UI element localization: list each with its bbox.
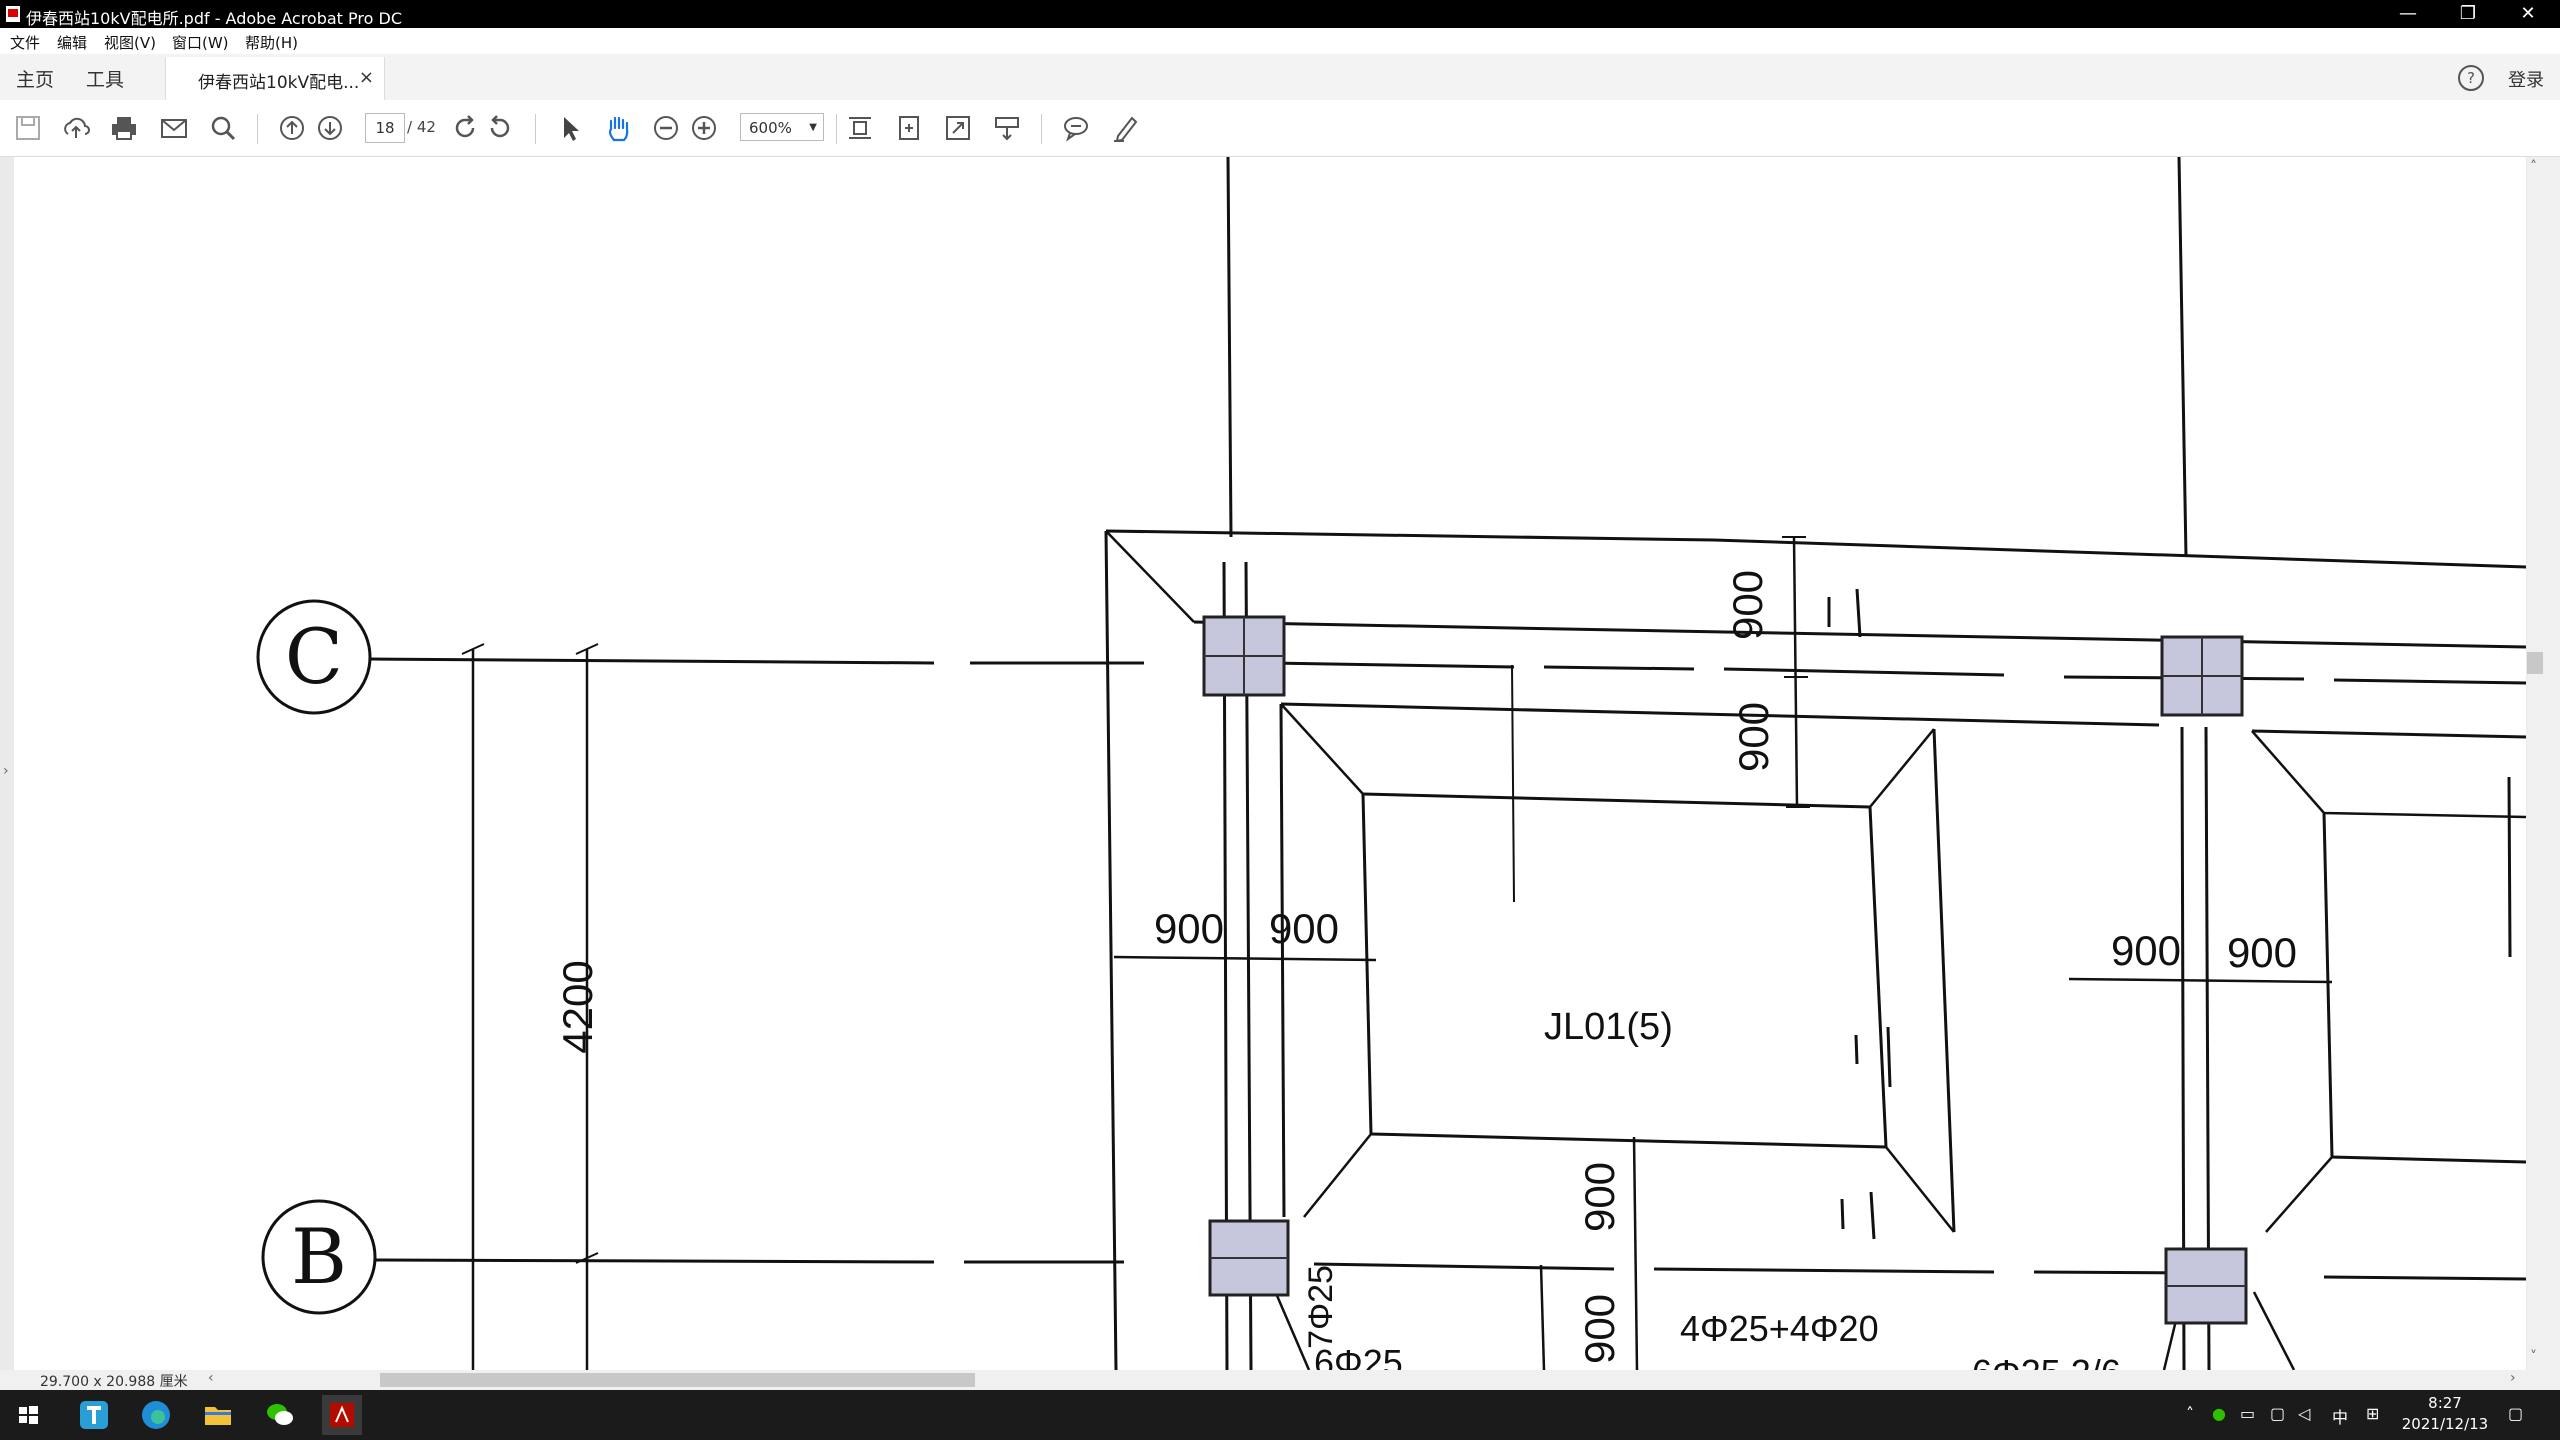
ime-mode-icon[interactable]: ⊞ <box>2366 1404 2379 1423</box>
next-page-icon[interactable] <box>314 112 346 144</box>
toolbar-divider <box>836 114 837 144</box>
comment-icon[interactable] <box>1060 112 1092 144</box>
structural-drawing: C B 4200 900 900 900 900 900 900 900 900… <box>256 157 2526 1370</box>
section-tag-3: 1 1 <box>1837 1229 1839 1231</box>
hand-tool-icon[interactable] <box>602 112 634 144</box>
system-clock[interactable]: 8:27 2021/12/13 <box>2395 1393 2495 1435</box>
dimension-900-top-2: 900 <box>1730 702 1777 772</box>
dimension-4200: 4200 <box>554 960 601 1053</box>
clock-time: 8:27 <box>2428 1394 2462 1412</box>
dimension-900-bottom: 900 <box>1576 1162 1623 1232</box>
minimize-button[interactable]: — <box>2380 0 2436 28</box>
close-tab-icon[interactable]: × <box>359 67 374 88</box>
dimension-900-top: 900 <box>1724 570 1771 640</box>
rotate-clockwise-icon[interactable] <box>449 112 481 144</box>
rebar-label-1: 7Φ25 <box>1302 1265 1340 1349</box>
scroll-down-icon[interactable]: ˅ <box>2530 1349 2537 1365</box>
clock-date: 2021/12/13 <box>2401 1415 2489 1433</box>
help-icon[interactable]: ? <box>2458 65 2484 91</box>
tab-bar: 主页 工具 伊春西站10kV配电... × ? 登录 <box>0 54 2560 101</box>
pdf-app-icon <box>6 6 20 22</box>
search-icon[interactable] <box>207 112 239 144</box>
network-icon[interactable]: ▢ <box>2270 1404 2285 1423</box>
menu-window[interactable]: 窗口(W) <box>172 32 229 53</box>
menu-view[interactable]: 视图(V) <box>104 32 156 53</box>
tray-chevron-up-icon[interactable]: ˄ <box>2186 1404 2194 1423</box>
zoom-value: 600% <box>749 119 792 137</box>
toolbar-divider <box>535 114 536 144</box>
tab-home[interactable]: 主页 <box>16 65 54 92</box>
rebar-label-4: 4Φ25+4Φ20 <box>1680 1308 1879 1349</box>
rebar-label-3: 6Φ25 2/6 <box>1972 1352 2121 1370</box>
window-title: 伊春西站10kV配电所.pdf - Adobe Acrobat Pro DC <box>26 9 403 28</box>
vertical-scrollbar[interactable]: ˄ ˅ <box>2527 157 2560 1370</box>
text-app-icon[interactable] <box>74 1395 114 1435</box>
axis-label-b: B <box>291 1212 347 1301</box>
taskbar: ˄ ● ▭ ▢ ◁ 中 ⊞ 8:27 2021/12/13 ▢ <box>0 1390 2560 1440</box>
page-total: / 42 <box>407 118 436 136</box>
close-window-button[interactable]: ✕ <box>2500 0 2556 28</box>
battery-icon[interactable]: ▭ <box>2240 1404 2255 1423</box>
email-icon[interactable] <box>158 112 190 144</box>
page-size-readout: 29.700 x 20.988 厘米 <box>40 1374 188 1390</box>
rotate-counterclockwise-icon[interactable] <box>484 112 516 144</box>
title-bar: 伊春西站10kV配电所.pdf - Adobe Acrobat Pro DC —… <box>0 0 2560 28</box>
zoom-out-icon[interactable] <box>650 112 682 144</box>
edge-browser-icon[interactable] <box>136 1395 176 1435</box>
pen-highlight-icon[interactable] <box>1110 112 1142 144</box>
wechat-icon[interactable] <box>260 1395 300 1435</box>
select-pointer-icon[interactable] <box>554 112 586 144</box>
document-viewer[interactable]: › C B 4200 900 900 900 900 900 900 900 9… <box>0 157 2560 1370</box>
dimension-900-right-2: 900 <box>2227 929 2297 976</box>
tab-tools[interactable]: 工具 <box>86 65 124 92</box>
toolbar-divider <box>257 114 258 144</box>
scroll-left-icon[interactable]: ‹ <box>208 1370 214 1386</box>
horizontal-scroll-thumb[interactable] <box>380 1373 975 1387</box>
fit-page-icon[interactable] <box>893 112 925 144</box>
save-icon[interactable] <box>12 112 44 144</box>
dimension-900-left: 900 <box>1154 905 1224 952</box>
restore-button[interactable]: ❐ <box>2440 0 2496 28</box>
menu-file[interactable]: 文件 <box>10 32 40 53</box>
acrobat-taskbar-icon[interactable] <box>322 1395 362 1435</box>
menu-bar: 文件 编辑 视图(V) 窗口(W) 帮助(H) <box>0 28 2560 55</box>
scroll-right-icon[interactable]: › <box>2510 1370 2516 1386</box>
document-tab-label: 伊春西站10kV配电... <box>198 73 360 93</box>
full-screen-icon[interactable] <box>942 112 974 144</box>
beam-label: JL01(5) <box>1544 1006 1673 1048</box>
document-tab[interactable]: 伊春西站10kV配电... × <box>165 57 385 101</box>
tray-wechat-icon[interactable]: ● <box>2212 1404 2226 1423</box>
scrolling-mode-icon[interactable] <box>844 112 876 144</box>
read-mode-icon[interactable] <box>991 112 1023 144</box>
page-number-input[interactable]: 18 <box>365 113 405 143</box>
upload-cloud-icon[interactable] <box>60 112 92 144</box>
zoom-in-icon[interactable] <box>688 112 720 144</box>
section-tag-2: 1 1 <box>1851 1064 1853 1066</box>
menu-help[interactable]: 帮助(H) <box>245 32 298 53</box>
toolbar: 18 / 42 600% ▼ <box>0 100 2560 157</box>
chevron-down-icon: ▼ <box>809 122 817 133</box>
zoom-select[interactable]: 600% ▼ <box>740 113 824 141</box>
windows-start-icon[interactable] <box>8 1395 48 1435</box>
axis-label-c: C <box>285 612 343 701</box>
menu-edit[interactable]: 编辑 <box>57 32 87 53</box>
notification-center-icon[interactable]: ▢ <box>2508 1404 2523 1423</box>
section-tag-1: 1 1 <box>1824 626 1826 628</box>
dimension-900-left-2: 900 <box>1269 905 1339 952</box>
dimension-900-bottom-2: 900 <box>1576 1294 1623 1364</box>
dimension-900-right: 900 <box>2111 927 2181 974</box>
horizontal-scrollbar[interactable]: 29.700 x 20.988 厘米 ‹ › <box>0 1370 2560 1390</box>
scroll-up-icon[interactable]: ˄ <box>2530 159 2537 175</box>
left-panel-toggle-icon[interactable]: › <box>3 763 9 779</box>
rebar-label-2: 6Φ25 <box>1314 1342 1403 1370</box>
pdf-page: C B 4200 900 900 900 900 900 900 900 900… <box>14 157 2526 1370</box>
previous-page-icon[interactable] <box>276 112 308 144</box>
toolbar-divider <box>1041 114 1042 144</box>
ime-indicator[interactable]: 中 <box>2332 1404 2348 1428</box>
login-button[interactable]: 登录 <box>2508 66 2544 92</box>
print-icon[interactable] <box>108 112 140 144</box>
file-explorer-icon[interactable] <box>198 1395 238 1435</box>
volume-icon[interactable]: ◁ <box>2298 1404 2310 1423</box>
vertical-scroll-thumb[interactable] <box>2527 652 2543 674</box>
